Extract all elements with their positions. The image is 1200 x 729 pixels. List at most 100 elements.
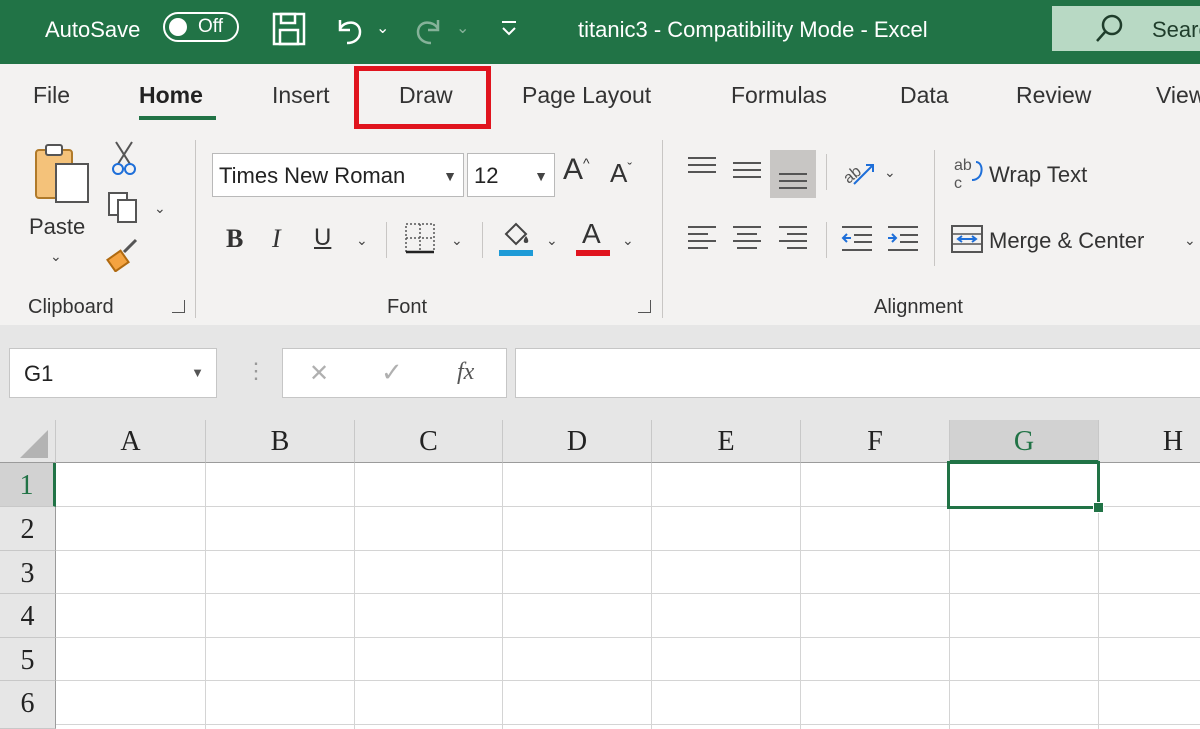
underline-button[interactable]: U — [314, 224, 331, 252]
customize-toolbar-icon[interactable] — [498, 16, 520, 40]
tab-review[interactable]: Review — [1016, 82, 1091, 109]
top-align-icon[interactable] — [686, 154, 718, 186]
column-header-f[interactable]: F — [801, 420, 950, 463]
borders-icon[interactable] — [402, 220, 438, 256]
clipboard-launcher-icon[interactable] — [172, 300, 185, 313]
increase-font-size-icon[interactable]: A^ — [563, 153, 590, 187]
tab-page-layout[interactable]: Page Layout — [522, 82, 651, 109]
underline-dropdown-icon[interactable]: ⌄ — [356, 232, 368, 249]
svg-text:ab: ab — [954, 157, 972, 174]
cancel-icon[interactable]: ✕ — [309, 359, 329, 388]
fill-color-icon[interactable] — [498, 218, 536, 258]
name-box-value: G1 — [24, 361, 54, 386]
bold-button[interactable]: B — [226, 224, 243, 254]
align-right-icon[interactable] — [777, 222, 809, 254]
column-header-e[interactable]: E — [652, 420, 801, 463]
tab-data[interactable]: Data — [900, 82, 949, 109]
alignment-group-label: Alignment — [874, 296, 963, 318]
row-header-4[interactable]: 4 — [0, 594, 56, 638]
divider — [482, 222, 483, 258]
redo-icon[interactable] — [412, 12, 446, 46]
row-header-1[interactable]: 1 — [0, 463, 56, 507]
column-header-h[interactable]: H — [1099, 420, 1200, 463]
decrease-indent-icon[interactable] — [840, 222, 874, 254]
decrease-font-size-icon[interactable]: Aˇ — [610, 158, 632, 189]
column-header-d[interactable]: D — [503, 420, 652, 463]
copy-icon[interactable] — [106, 190, 142, 226]
active-cell-g1[interactable] — [947, 461, 1100, 509]
insert-function-icon[interactable]: fx — [457, 359, 474, 386]
font-launcher-icon[interactable] — [638, 300, 651, 313]
row-header-3[interactable]: 3 — [0, 551, 56, 594]
copy-dropdown-icon[interactable]: ⌄ — [154, 200, 166, 217]
autosave-toggle[interactable]: Off — [163, 12, 239, 42]
document-title: titanic3 - Compatibility Mode - Excel — [578, 17, 928, 42]
row-header-2[interactable]: 2 — [0, 507, 56, 551]
paste-dropdown-icon[interactable]: ⌄ — [50, 248, 62, 265]
search-box[interactable]: Search — [1052, 6, 1200, 51]
format-painter-icon[interactable] — [106, 238, 142, 272]
formula-input[interactable] — [515, 348, 1200, 398]
tab-file[interactable]: File — [33, 82, 70, 109]
merge-center-icon[interactable] — [950, 222, 984, 256]
grid-column-line — [205, 463, 206, 729]
tab-view[interactable]: View — [1156, 82, 1200, 109]
column-header-c[interactable]: C — [355, 420, 503, 463]
borders-dropdown-icon[interactable]: ⌄ — [451, 232, 463, 249]
merge-center-dropdown-icon[interactable]: ⌄ — [1184, 232, 1196, 249]
enter-icon[interactable]: ✓ — [381, 357, 403, 388]
svg-text:ab: ab — [840, 163, 865, 188]
bottom-align-button[interactable] — [770, 150, 816, 198]
font-family-select[interactable]: Times New Roman ▼ — [212, 153, 464, 197]
cut-icon[interactable] — [110, 140, 138, 176]
font-color-button[interactable]: A — [582, 218, 601, 250]
font-color-dropdown-icon[interactable]: ⌄ — [622, 232, 634, 249]
draw-tab-highlight — [354, 66, 491, 129]
row-header-5[interactable]: 5 — [0, 638, 56, 681]
font-size-select[interactable]: 12 ▼ — [467, 153, 555, 197]
chevron-down-icon: ▼ — [191, 365, 204, 380]
wrap-text-icon[interactable]: ab c — [952, 154, 986, 194]
save-icon[interactable] — [271, 11, 307, 47]
chevron-down-icon: ▼ — [443, 168, 457, 184]
column-header-b[interactable]: B — [206, 420, 355, 463]
orientation-icon[interactable]: ab — [840, 154, 876, 190]
select-all-icon — [20, 430, 48, 458]
search-icon — [1096, 14, 1123, 42]
select-all-button[interactable] — [0, 420, 56, 463]
group-separator — [662, 140, 663, 318]
divider — [386, 222, 387, 258]
wrap-text-label[interactable]: Wrap Text — [989, 162, 1087, 188]
chevron-down-icon: ▼ — [534, 168, 548, 184]
tab-insert[interactable]: Insert — [272, 82, 330, 109]
grid-column-line — [354, 463, 355, 729]
grid-row-line — [56, 637, 1200, 638]
column-header-g[interactable]: G — [950, 420, 1099, 463]
autosave-label: AutoSave — [45, 17, 141, 42]
name-box[interactable]: G1 ▼ — [9, 348, 217, 398]
toggle-knob — [169, 18, 187, 36]
paste-icon[interactable] — [30, 142, 94, 206]
redo-dropdown-icon[interactable]: ⌄ — [456, 18, 469, 38]
align-center-icon[interactable] — [731, 222, 763, 254]
clipboard-group-label: Clipboard — [28, 296, 114, 318]
row-header-6[interactable]: 6 — [0, 681, 56, 729]
fill-handle[interactable] — [1093, 502, 1104, 513]
font-size-value: 12 — [474, 163, 499, 188]
tab-formulas[interactable]: Formulas — [731, 82, 827, 109]
grid-row-line — [56, 680, 1200, 681]
font-color-swatch — [576, 250, 610, 256]
undo-icon[interactable] — [332, 12, 366, 46]
orientation-dropdown-icon[interactable]: ⌄ — [884, 164, 896, 181]
fill-color-dropdown-icon[interactable]: ⌄ — [546, 232, 558, 249]
splitter-handle-icon[interactable]: ⋮ — [245, 358, 267, 384]
middle-align-icon[interactable] — [731, 154, 763, 186]
merge-center-label[interactable]: Merge & Center — [989, 228, 1144, 254]
tab-home[interactable]: Home — [139, 82, 203, 109]
undo-dropdown-icon[interactable]: ⌄ — [376, 18, 389, 38]
column-header-a[interactable]: A — [56, 420, 206, 463]
increase-indent-icon[interactable] — [886, 222, 920, 254]
italic-button[interactable]: I — [272, 224, 281, 254]
align-left-icon[interactable] — [686, 222, 718, 254]
paste-label[interactable]: Paste — [29, 214, 85, 240]
